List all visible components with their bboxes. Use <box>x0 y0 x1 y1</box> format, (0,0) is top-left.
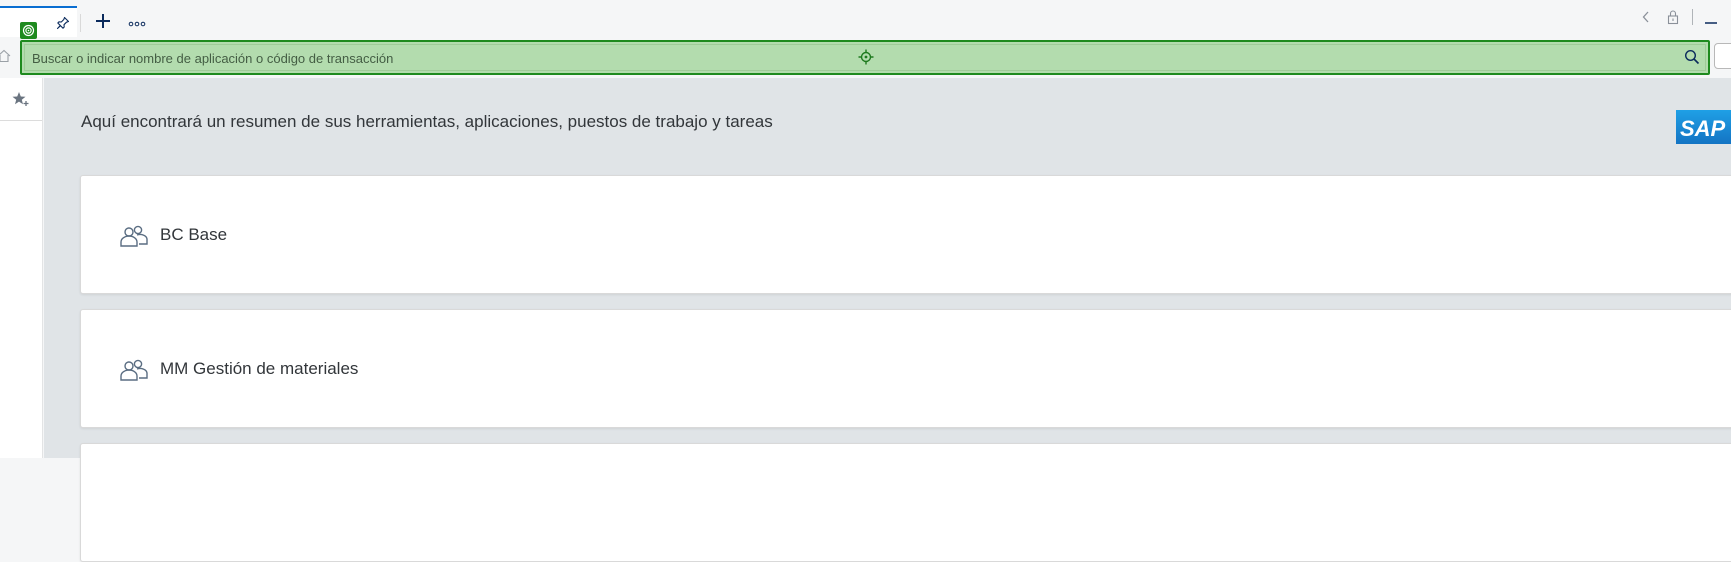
side-panel-toggle[interactable] <box>1714 43 1731 69</box>
left-rail <box>0 78 43 458</box>
more-dots-icon[interactable] <box>126 18 148 30</box>
sap-logo: SAP <box>1676 110 1731 144</box>
chevron-left-icon[interactable] <box>1639 6 1653 28</box>
tab-separator <box>80 14 81 32</box>
rail-divider <box>0 120 42 121</box>
role-card-mm[interactable]: MM Gestión de materiales <box>80 309 1731 428</box>
svg-text:SAP: SAP <box>1680 116 1726 141</box>
group-icon <box>120 225 148 247</box>
group-icon <box>120 359 148 381</box>
main-content: Aquí encontrará un resumen de sus herram… <box>44 78 1731 562</box>
page-description: Aquí encontrará un resumen de sus herram… <box>81 112 773 131</box>
star-add-icon[interactable] <box>10 88 32 110</box>
card-title: BC Base <box>160 225 228 244</box>
search-field[interactable] <box>20 40 1710 75</box>
pin-icon[interactable] <box>52 12 74 34</box>
search-input[interactable] <box>32 49 832 67</box>
tab-strip <box>0 0 1731 37</box>
target-icon <box>858 49 874 65</box>
control-separator <box>1691 6 1693 28</box>
home-icon[interactable] <box>0 48 12 64</box>
role-card-next[interactable] <box>80 443 1731 562</box>
command-bar <box>0 37 1731 78</box>
minimize-icon[interactable] <box>1701 6 1721 28</box>
lock-icon[interactable] <box>1665 6 1681 28</box>
role-card-bc-base[interactable]: BC Base <box>80 175 1731 294</box>
card-title: MM Gestión de materiales <box>160 359 359 378</box>
window-controls <box>1621 6 1731 28</box>
plus-icon[interactable] <box>92 10 114 32</box>
app-badge <box>20 22 37 39</box>
search-icon[interactable] <box>1684 49 1700 65</box>
